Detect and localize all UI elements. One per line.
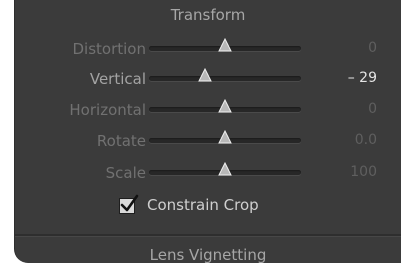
slider-track-vertical[interactable] [149,68,301,82]
slider-row-distortion: Distortion 0 [15,36,401,66]
slider-track-scale[interactable] [149,162,301,176]
lens-vignetting-section-title[interactable]: Lens Vignetting [15,246,401,263]
slider-label-horizontal: Horizontal [69,101,146,119]
slider-thumb-icon[interactable] [218,162,232,176]
develop-panel: Transform Distortion 0 Vertical – 29 Hor… [14,0,401,263]
slider-row-horizontal: Horizontal 0 [15,97,401,127]
slider-thumb-icon[interactable] [218,130,232,144]
slider-value-distortion[interactable]: 0 [368,40,377,56]
slider-track-rotate[interactable] [149,130,301,144]
slider-value-vertical[interactable]: – 29 [348,70,377,86]
slider-value-horizontal[interactable]: 0 [368,101,377,117]
slider-track-horizontal[interactable] [149,99,301,113]
slider-label-distortion: Distortion [72,40,147,58]
slider-label-rotate: Rotate [96,132,146,150]
transform-section-title[interactable]: Transform [15,6,401,24]
slider-row-scale: Scale 100 [15,160,401,190]
slider-value-rotate[interactable]: 0.0 [355,132,377,148]
slider-value-scale[interactable]: 100 [350,164,377,180]
checkmark-icon [120,194,139,212]
slider-row-vertical: Vertical – 29 [15,66,401,96]
constrain-crop-label[interactable]: Constrain Crop [147,196,259,214]
slider-thumb-icon[interactable] [218,99,232,113]
slider-track-distortion[interactable] [149,38,301,52]
slider-label-vertical: Vertical [89,70,146,88]
slider-thumb-icon[interactable] [218,38,232,52]
slider-thumb-icon[interactable] [198,68,213,82]
section-divider [15,234,401,237]
slider-label-scale: Scale [105,164,146,182]
slider-row-rotate: Rotate 0.0 [15,128,401,158]
constrain-crop-checkbox[interactable] [119,194,139,214]
